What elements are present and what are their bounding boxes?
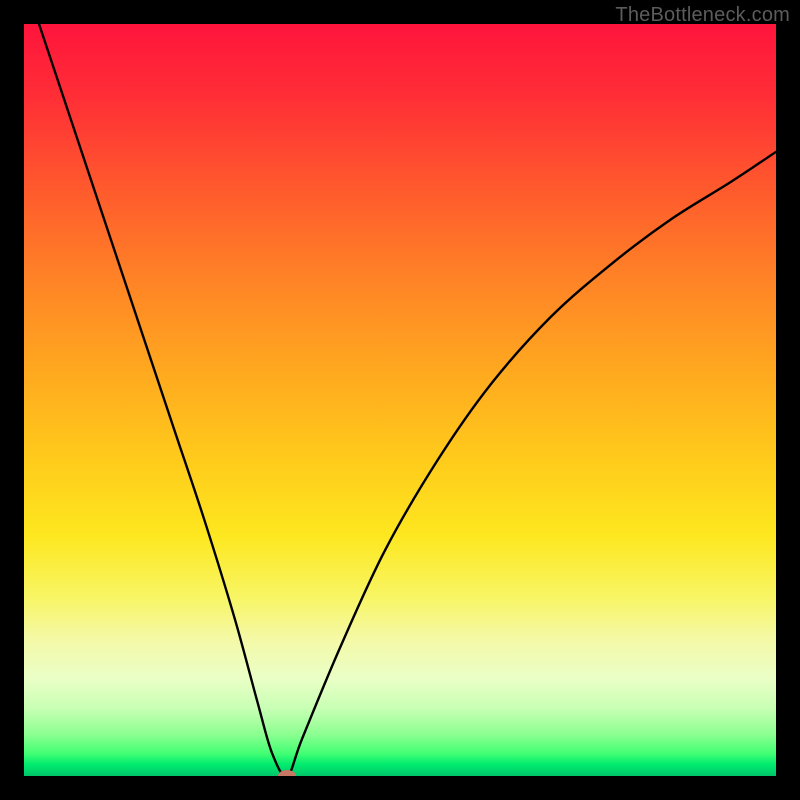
watermark-text: TheBottleneck.com xyxy=(615,4,790,27)
optimum-marker xyxy=(278,770,296,776)
bottleneck-curve xyxy=(24,24,776,776)
chart-plot-area xyxy=(24,24,776,776)
